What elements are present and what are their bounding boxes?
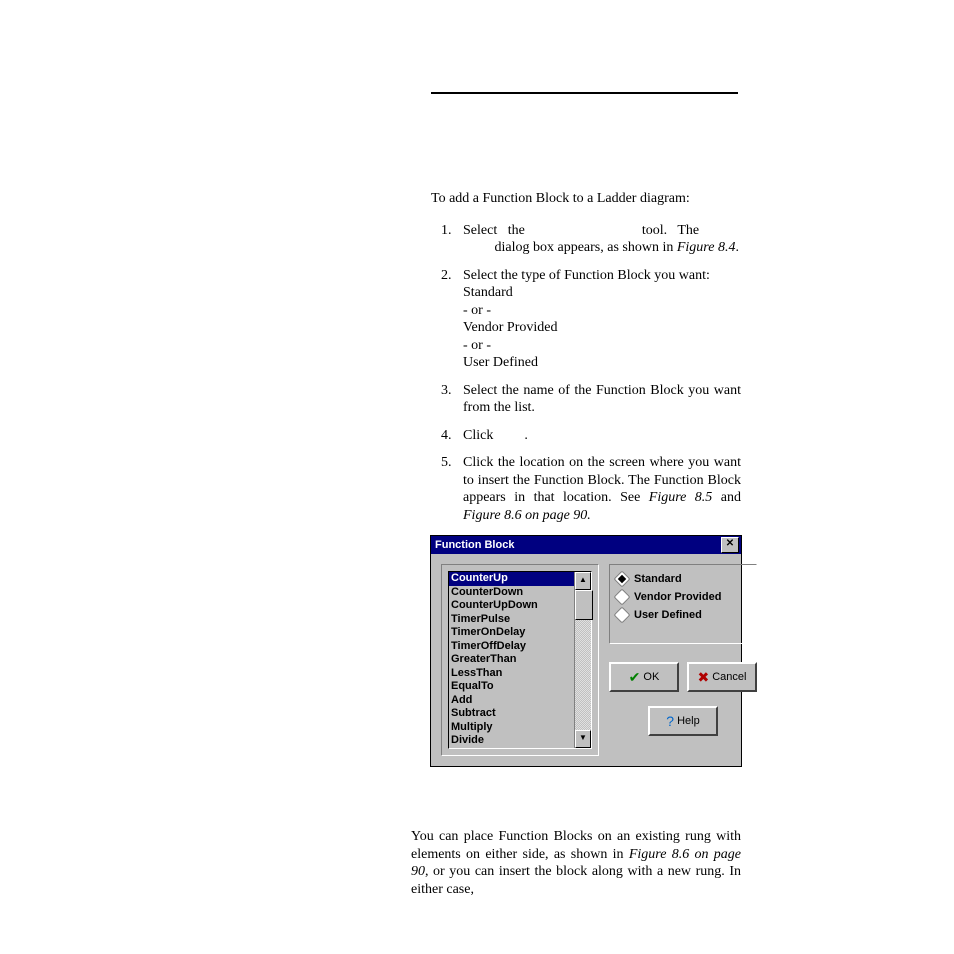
x-icon: ✖ [698,670,710,684]
function-block-listbox[interactable]: CounterUp CounterDown CounterUpDown Time… [448,571,592,749]
list-item[interactable]: EqualTo [449,680,574,694]
horizontal-rule [431,92,738,94]
list-items[interactable]: CounterUp CounterDown CounterUpDown Time… [449,572,574,748]
list-item[interactable]: Add [449,694,574,708]
dialog-titlebar[interactable]: Function Block ✕ [431,536,741,554]
list-scrollbar[interactable]: ▲ ▼ [574,572,591,748]
listbox-frame: CounterUp CounterDown CounterUpDown Time… [441,564,599,756]
close-icon: ✕ [726,538,734,549]
scroll-thumb[interactable] [575,590,593,620]
close-button[interactable]: ✕ [721,537,739,553]
step-5: Click the location on the screen where y… [455,454,741,524]
radio-standard[interactable]: Standard [616,573,750,585]
list-item[interactable]: TimerOnDelay [449,626,574,640]
ok-cancel-row: ✔ OK ✖ Cancel [609,662,757,692]
body-column: To add a Function Block to a Ladder diag… [431,190,741,534]
dialog-figure: Function Block ✕ CounterUp CounterDown C… [430,535,742,767]
list-item[interactable]: CounterUpDown [449,599,574,613]
function-block-dialog: Function Block ✕ CounterUp CounterDown C… [430,535,742,767]
help-row: ? Help [609,706,757,736]
chevron-down-icon: ▼ [579,733,587,742]
question-icon: ? [666,714,674,728]
radio-icon [614,607,631,624]
scroll-track[interactable] [575,590,591,730]
radio-icon [614,571,631,588]
chevron-up-icon: ▲ [579,575,587,584]
help-button[interactable]: ? Help [648,706,718,736]
list-item[interactable]: CounterUp [449,572,574,586]
step-1: Select the tool. The dialog box appears,… [455,222,741,257]
check-icon: ✔ [629,670,641,684]
steps-list: Select the tool. The dialog box appears,… [431,222,741,525]
dialog-client: CounterUp CounterDown CounterUpDown Time… [431,554,741,766]
list-item[interactable]: Subtract [449,707,574,721]
step-2: Select the type of Function Block you wa… [455,267,741,372]
radio-user-defined[interactable]: User Defined [616,609,750,621]
step-3: Select the name of the Function Block yo… [455,382,741,417]
intro-text: To add a Function Block to a Ladder diag… [431,190,741,208]
list-item[interactable]: Divide [449,734,574,748]
list-item[interactable]: GreaterThan [449,653,574,667]
list-item[interactable]: CounterDown [449,586,574,600]
radio-icon [614,589,631,606]
trailing-paragraph: You can place Function Blocks on an exis… [411,828,741,898]
list-item[interactable]: Multiply [449,721,574,735]
scroll-up-button[interactable]: ▲ [575,572,591,590]
scroll-down-button[interactable]: ▼ [575,730,591,748]
radio-group: Standard Vendor Provided User Defined [609,564,757,644]
dialog-right-column: Standard Vendor Provided User Defined [609,564,757,756]
ok-button[interactable]: ✔ OK [609,662,679,692]
list-item[interactable]: TimerOffDelay [449,640,574,654]
radio-vendor-provided[interactable]: Vendor Provided [616,591,750,603]
dialog-title: Function Block [435,539,514,551]
list-item[interactable]: TimerPulse [449,613,574,627]
cancel-button[interactable]: ✖ Cancel [687,662,757,692]
list-item[interactable]: LessThan [449,667,574,681]
step-4: Click . [455,427,741,445]
